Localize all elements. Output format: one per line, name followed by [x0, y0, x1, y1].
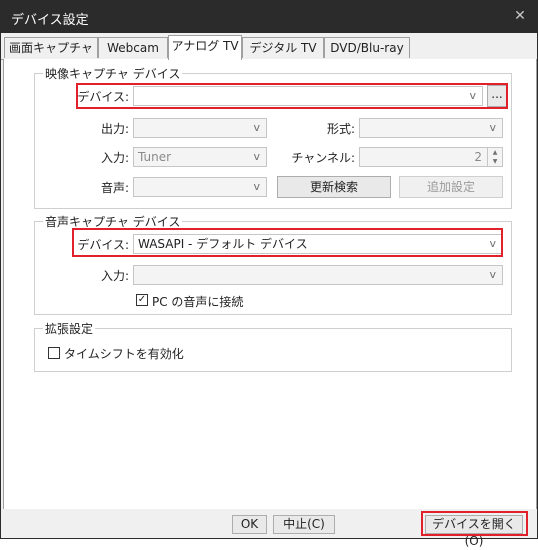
tab-webcam[interactable]: Webcam — [98, 37, 168, 58]
output-select[interactable]: v — [133, 118, 267, 138]
video-device-label: デバイス: — [77, 90, 129, 104]
extended-settings-group: 拡張設定 タイムシフトを有効化 — [34, 320, 512, 372]
input-label: 入力: — [100, 151, 129, 165]
chevron-down-icon: v — [469, 89, 476, 102]
cancel-button[interactable]: 中止(C) — [273, 515, 335, 534]
channel-label: チャンネル: — [291, 151, 355, 165]
checkmark-icon: ✓ — [137, 294, 147, 305]
extra-settings-button[interactable]: 追加設定 — [399, 176, 503, 198]
title-bar: デバイス設定 ✕ — [1, 1, 537, 33]
chevron-down-icon: v — [489, 268, 496, 281]
close-icon[interactable]: ✕ — [511, 7, 529, 25]
output-label: 出力: — [100, 122, 129, 136]
dialog-footer: OK 中止(C) デバイスを開く(O) — [1, 509, 537, 548]
tab-analog-tv[interactable]: アナログ TV — [168, 35, 242, 60]
tab-bar: 画面キャプチャ Webcam アナログ TV デジタル TV DVD/Blu-r… — [1, 35, 537, 60]
device-settings-window: デバイス設定 ✕ 画面キャプチャ Webcam アナログ TV デジタル TV … — [0, 0, 538, 548]
rescan-button[interactable]: 更新検索 — [277, 176, 391, 198]
ok-button[interactable]: OK — [232, 515, 267, 534]
spinner-arrows-icon[interactable]: ▲ ▼ — [487, 148, 502, 166]
audio-device-value: WASAPI - デフォルト デバイス — [138, 237, 308, 251]
tab-screen-capture[interactable]: 画面キャプチャ — [4, 37, 98, 58]
audio-select[interactable]: v — [133, 177, 267, 197]
tab-digital-tv[interactable]: デジタル TV — [242, 37, 324, 58]
pc-audio-checkbox[interactable]: ✓ — [136, 294, 148, 306]
video-capture-group: 映像キャプチャ デバイス デバイス: v ... 出力: v 形式: v 入力:… — [34, 65, 512, 209]
input-value: Tuner — [138, 150, 172, 164]
audio-capture-group: 音声キャプチャ デバイス デバイス: WASAPI - デフォルト デバイス v… — [34, 213, 512, 315]
timeshift-label: タイムシフトを有効化 — [64, 347, 184, 361]
format-select[interactable]: v — [359, 118, 503, 138]
chevron-down-icon: v — [489, 121, 496, 134]
pc-audio-label: PC の音声に接続 — [152, 295, 244, 309]
timeshift-checkbox[interactable] — [48, 347, 60, 359]
channel-spinner[interactable]: 2 ▲ ▼ — [359, 147, 503, 167]
audio-capture-group-title: 音声キャプチャ デバイス — [43, 213, 183, 230]
audio-device-select[interactable]: WASAPI - デフォルト デバイス v — [133, 234, 503, 254]
chevron-down-icon: v — [253, 150, 260, 163]
video-device-select[interactable]: v — [133, 86, 483, 106]
video-device-more-button[interactable]: ... — [487, 85, 507, 107]
analog-tv-panel: 映像キャプチャ デバイス デバイス: v ... 出力: v 形式: v 入力:… — [3, 59, 537, 510]
audio-input-select[interactable]: v — [133, 265, 503, 285]
window-title: デバイス設定 — [11, 13, 89, 28]
chevron-down-icon: v — [253, 180, 260, 193]
chevron-down-icon: v — [253, 121, 260, 134]
chevron-down-icon: v — [489, 237, 496, 250]
open-device-button[interactable]: デバイスを開く(O) — [425, 515, 523, 548]
extended-settings-title: 拡張設定 — [43, 320, 96, 337]
audio-device-label: デバイス: — [77, 238, 129, 252]
audio-input-label: 入力: — [100, 269, 129, 283]
format-label: 形式: — [326, 122, 355, 136]
input-select[interactable]: Tuner v — [133, 147, 267, 167]
video-capture-group-title: 映像キャプチャ デバイス — [43, 65, 183, 82]
channel-value: 2 — [474, 150, 482, 164]
audio-label: 音声: — [100, 181, 129, 195]
tab-dvd-bluray[interactable]: DVD/Blu-ray — [324, 37, 410, 58]
